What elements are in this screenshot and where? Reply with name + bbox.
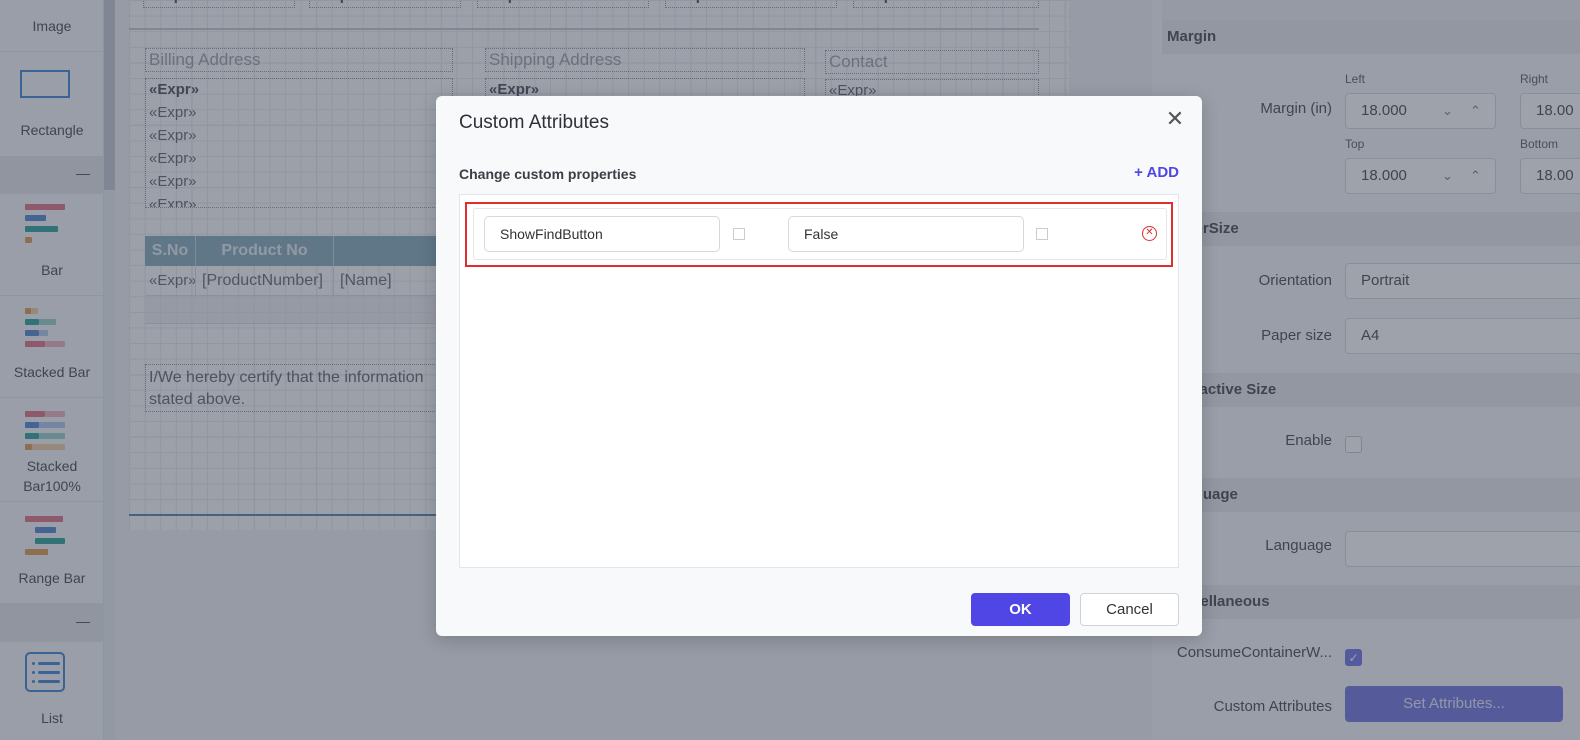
cancel-button[interactable]: Cancel — [1080, 593, 1179, 626]
custom-attributes-dialog: Custom Attributes ✕ Change custom proper… — [436, 96, 1202, 636]
attribute-name-input[interactable]: ShowFindButton — [484, 216, 720, 252]
dialog-subtitle: Change custom properties — [459, 166, 637, 182]
attributes-list: ShowFindButton False ✕ — [459, 194, 1179, 568]
close-icon[interactable]: ✕ — [1164, 108, 1186, 130]
attribute-row: ShowFindButton False ✕ — [473, 208, 1167, 260]
dialog-title: Custom Attributes — [459, 112, 609, 133]
remove-attribute-icon[interactable]: ✕ — [1142, 226, 1157, 241]
add-attribute-button[interactable]: + ADD — [1134, 164, 1179, 181]
value-expression-checkbox[interactable] — [1036, 228, 1048, 240]
attribute-value-input[interactable]: False — [788, 216, 1024, 252]
name-expression-checkbox[interactable] — [733, 228, 745, 240]
attribute-row-highlight: ShowFindButton False ✕ — [465, 202, 1173, 267]
ok-button[interactable]: OK — [971, 593, 1070, 626]
